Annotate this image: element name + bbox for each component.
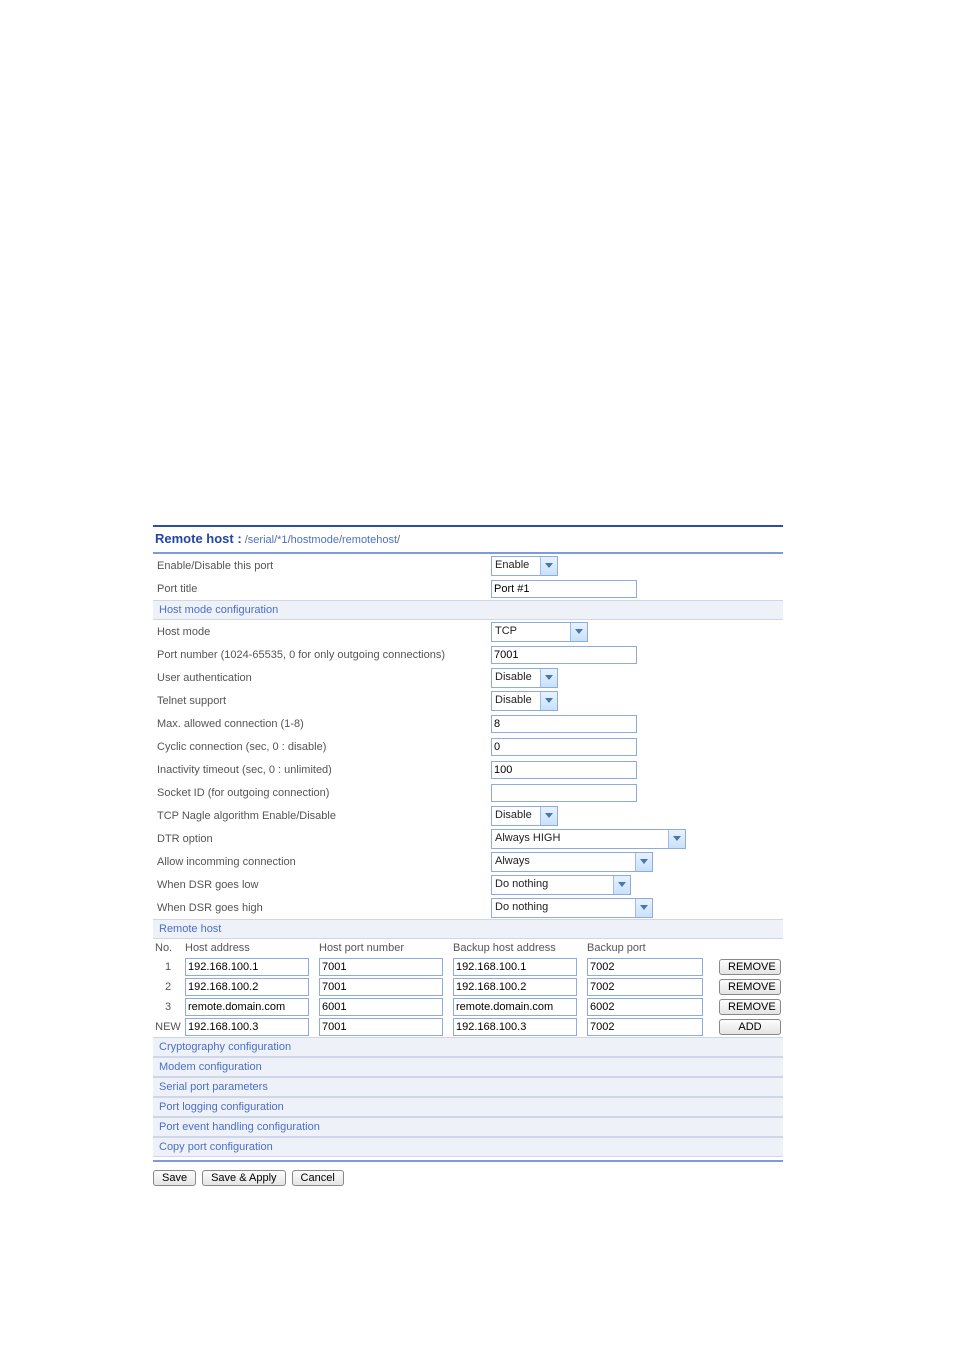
max-conn-label: Max. allowed connection (1-8) — [157, 718, 491, 730]
section-link-text[interactable]: Port logging configuration — [159, 1101, 284, 1113]
section-link-text[interactable]: Port event handling configuration — [159, 1121, 320, 1133]
remote-host-table: No. Host address Host port number Backup… — [153, 939, 783, 1037]
bhost-input[interactable] — [453, 978, 577, 996]
new-host-input[interactable] — [185, 1018, 309, 1036]
host-input[interactable] — [185, 998, 309, 1016]
new-port-input[interactable] — [319, 1018, 443, 1036]
chevron-down-icon — [635, 853, 652, 871]
port-input[interactable] — [319, 958, 443, 976]
telnet-select[interactable]: Disable — [491, 691, 558, 711]
remove-button[interactable]: REMOVE — [719, 999, 781, 1015]
host-input[interactable] — [185, 978, 309, 996]
new-row: NEW ADD — [153, 1017, 783, 1037]
add-button[interactable]: ADD — [719, 1019, 781, 1035]
host-mode-select[interactable]: TCP — [491, 622, 588, 642]
save-button[interactable]: Save — [153, 1170, 196, 1186]
section-link-text[interactable]: Copy port configuration — [159, 1141, 273, 1153]
section-link[interactable]: Port event handling configuration — [153, 1117, 783, 1137]
table-row: 1 REMOVE — [153, 957, 783, 977]
socketid-label: Socket ID (for outgoing connection) — [157, 787, 491, 799]
table-row: 3 REMOVE — [153, 997, 783, 1017]
chevron-down-icon — [570, 623, 587, 641]
telnet-label: Telnet support — [157, 695, 491, 707]
allow-incoming-select[interactable]: Always — [491, 852, 653, 872]
chevron-down-icon — [668, 830, 685, 848]
port-title-input[interactable] — [491, 580, 637, 598]
chevron-down-icon — [613, 876, 630, 894]
section-link[interactable]: Cryptography configuration — [153, 1037, 783, 1057]
th-host: Host address — [183, 939, 317, 957]
inactivity-label: Inactivity timeout (sec, 0 : unlimited) — [157, 764, 491, 776]
chevron-down-icon — [540, 807, 557, 825]
th-bport: Backup port — [585, 939, 709, 957]
dtr-select[interactable]: Always HIGH — [491, 829, 686, 849]
dsr-low-select[interactable]: Do nothing — [491, 875, 631, 895]
row-no: 2 — [153, 977, 183, 997]
th-bhost: Backup host address — [451, 939, 585, 957]
cyclic-input[interactable] — [491, 738, 637, 756]
bport-input[interactable] — [587, 998, 703, 1016]
bport-input[interactable] — [587, 958, 703, 976]
enable-port-select[interactable]: Enable — [491, 556, 558, 576]
section-host-mode-config[interactable]: Host mode configuration — [153, 600, 783, 620]
bport-input[interactable] — [587, 978, 703, 996]
section-link[interactable]: Serial port parameters — [153, 1077, 783, 1097]
port-number-label: Port number (1024-65535, 0 for only outg… — [157, 649, 491, 661]
path-hostmode[interactable]: hostmode — [291, 534, 339, 546]
inactivity-input[interactable] — [491, 761, 637, 779]
page-title-line: Remote host : /serial/*1/hostmode/remote… — [153, 531, 783, 549]
socketid-input[interactable] — [491, 784, 637, 802]
enable-port-label: Enable/Disable this port — [157, 560, 491, 572]
chevron-down-icon — [635, 899, 652, 917]
th-no: No. — [153, 939, 183, 957]
dsr-high-select[interactable]: Do nothing — [491, 898, 653, 918]
new-label: NEW — [153, 1017, 183, 1037]
breadcrumb: /serial/*1/hostmode/remotehost/ — [245, 534, 400, 546]
section-link-text[interactable]: Modem configuration — [159, 1061, 262, 1073]
remove-button[interactable]: REMOVE — [719, 959, 781, 975]
row-no: 3 — [153, 997, 183, 1017]
chevron-down-icon — [540, 557, 557, 575]
path-serial[interactable]: serial — [248, 534, 274, 546]
section-link[interactable]: Copy port configuration — [153, 1137, 783, 1157]
bhost-input[interactable] — [453, 958, 577, 976]
new-bhost-input[interactable] — [453, 1018, 577, 1036]
section-link[interactable]: Port logging configuration — [153, 1097, 783, 1117]
port-title-label: Port title — [157, 583, 491, 595]
host-mode-label: Host mode — [157, 626, 491, 638]
host-input[interactable] — [185, 958, 309, 976]
section-link-text[interactable]: Serial port parameters — [159, 1081, 268, 1093]
port-number-input[interactable] — [491, 646, 637, 664]
remove-button[interactable]: REMOVE — [719, 979, 781, 995]
th-port: Host port number — [317, 939, 451, 957]
dsr-high-label: When DSR goes high — [157, 902, 491, 914]
save-apply-button[interactable]: Save & Apply — [202, 1170, 285, 1186]
page-title: Remote host : — [155, 531, 242, 546]
row-no: 1 — [153, 957, 183, 977]
path-1[interactable]: *1 — [277, 534, 287, 546]
table-row: 2 REMOVE — [153, 977, 783, 997]
section-link-text[interactable]: Cryptography configuration — [159, 1041, 291, 1053]
section-link[interactable]: Modem configuration — [153, 1057, 783, 1077]
port-input[interactable] — [319, 978, 443, 996]
new-bport-input[interactable] — [587, 1018, 703, 1036]
chevron-down-icon — [540, 692, 557, 710]
section-remote-host[interactable]: Remote host — [153, 919, 783, 939]
user-auth-select[interactable]: Disable — [491, 668, 558, 688]
cyclic-label: Cyclic connection (sec, 0 : disable) — [157, 741, 491, 753]
allow-incoming-label: Allow incomming connection — [157, 856, 491, 868]
bhost-input[interactable] — [453, 998, 577, 1016]
user-auth-label: User authentication — [157, 672, 491, 684]
nagle-select[interactable]: Disable — [491, 806, 558, 826]
max-conn-input[interactable] — [491, 715, 637, 733]
nagle-label: TCP Nagle algorithm Enable/Disable — [157, 810, 491, 822]
dsr-low-label: When DSR goes low — [157, 879, 491, 891]
path-remotehost[interactable]: remotehost — [342, 534, 397, 546]
chevron-down-icon — [540, 669, 557, 687]
cancel-button[interactable]: Cancel — [292, 1170, 344, 1186]
dtr-label: DTR option — [157, 833, 491, 845]
port-input[interactable] — [319, 998, 443, 1016]
